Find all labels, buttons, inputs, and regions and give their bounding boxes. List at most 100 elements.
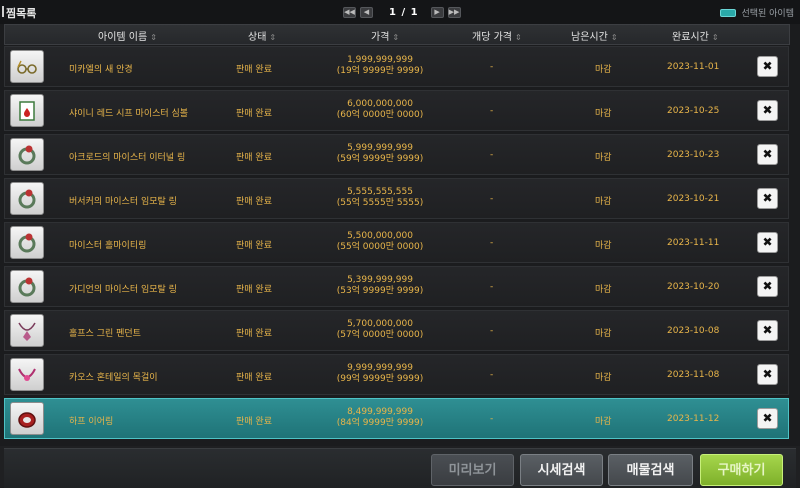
item-name[interactable]: 홀프스 그린 펜던트: [69, 326, 141, 339]
last-page-button[interactable]: ▶▶: [447, 7, 461, 18]
item-completed: 2023-10-25: [667, 106, 720, 116]
ring-icon: [10, 226, 44, 259]
item-remaining: 마감: [595, 329, 612, 339]
item-status: 판매 완료: [236, 109, 272, 119]
price-number: 5,399,999,999: [347, 275, 413, 285]
item-name[interactable]: 하프 이어링: [69, 414, 113, 427]
item-status: 판매 완료: [236, 197, 272, 207]
item-price: 9,999,999,999 (99억 9999만 9999): [325, 363, 435, 385]
delete-button[interactable]: ✖: [757, 408, 778, 429]
item-row[interactable]: 가디언의 마이스터 임모탈 링 판매 완료 5,399,999,999 (53억 99…: [4, 266, 789, 307]
item-unit-price: -: [490, 326, 494, 336]
item-status: 판매 완료: [236, 417, 272, 427]
item-completed: 2023-10-08: [667, 326, 720, 336]
item-status: 판매 완료: [236, 329, 272, 339]
item-price: 5,999,999,999 (59억 9999만 9999): [325, 143, 435, 165]
col-status[interactable]: 상태: [248, 28, 276, 43]
item-row[interactable]: 홀프스 그린 펜던트 판매 완료 5,700,000,000 (57억 0000만 0…: [4, 310, 789, 351]
item-price: 5,500,000,000 (55억 0000만 0000): [325, 231, 435, 253]
col-price[interactable]: 가격: [371, 28, 399, 43]
item-completed: 2023-11-08: [667, 370, 720, 380]
delete-button[interactable]: ✖: [757, 56, 778, 77]
item-row[interactable]: 샤이니 레드 시프 마이스터 심볼 판매 완료 6,000,000,000 (60억 …: [4, 90, 789, 131]
price-search-button[interactable]: 시세검색: [520, 454, 603, 486]
item-name[interactable]: 가디언의 마이스터 임모탈 링: [69, 282, 177, 295]
price-korean: (55억 0000만 0000): [336, 242, 424, 252]
price-korean: (57억 0000만 0000): [336, 330, 424, 340]
item-name[interactable]: 샤이니 레드 시프 마이스터 심볼: [69, 106, 188, 119]
item-unit-price: -: [490, 238, 494, 248]
delete-button[interactable]: ✖: [757, 144, 778, 165]
item-remaining: 마감: [595, 417, 612, 427]
price-number: 5,700,000,000: [347, 319, 413, 329]
item-row[interactable]: 마이스터 홀마이티링 판매 완료 5,500,000,000 (55억 0000만 0…: [4, 222, 789, 263]
item-status: 판매 완료: [236, 241, 272, 251]
delete-button[interactable]: ✖: [757, 320, 778, 341]
item-name[interactable]: 아크로드의 마이스터 이터널 링: [69, 150, 185, 163]
col-item-name[interactable]: 아이템 이름: [98, 28, 157, 43]
price-number: 5,500,000,000: [347, 231, 413, 241]
delete-button[interactable]: ✖: [757, 232, 778, 253]
item-row[interactable]: 하프 이어링 판매 완료 8,499,999,999 (84억 9999만 9999)…: [4, 398, 789, 439]
item-unit-price: -: [490, 194, 494, 204]
item-row[interactable]: 카오스 혼테일의 목걸이 판매 완료 9,999,999,999 (99억 9999만…: [4, 354, 789, 395]
item-remaining: 마감: [595, 241, 612, 251]
item-remaining: 마감: [595, 285, 612, 295]
price-number: 5,555,555,555: [347, 187, 413, 197]
delete-button[interactable]: ✖: [757, 100, 778, 121]
delete-button[interactable]: ✖: [757, 276, 778, 297]
legend-label: 선택된 아이템: [741, 9, 794, 19]
item-unit-price: -: [490, 62, 494, 72]
price-korean: (53억 9999만 9999): [336, 286, 424, 296]
item-completed: 2023-10-20: [667, 282, 720, 292]
first-page-button[interactable]: ◀◀: [343, 7, 356, 18]
price-number: 8,499,999,999: [347, 407, 413, 417]
item-row[interactable]: 미카엘의 새 안경 판매 완료 1,999,999,999 (19억 9999만 99…: [4, 46, 789, 87]
item-completed: 2023-11-01: [667, 62, 720, 72]
prev-page-button[interactable]: ◀: [360, 7, 373, 18]
col-completed[interactable]: 완료시간: [672, 28, 719, 43]
selected-swatch: [720, 8, 737, 17]
buy-button[interactable]: 구매하기: [700, 454, 783, 486]
item-row[interactable]: 아크로드의 마이스터 이터널 링 판매 완료 5,999,999,999 (59억 9…: [4, 134, 789, 175]
item-status: 판매 완료: [236, 373, 272, 383]
price-number: 9,999,999,999: [347, 363, 413, 373]
price-korean: (60억 0000만 0000): [336, 110, 424, 120]
item-remaining: 마감: [595, 197, 612, 207]
price-korean: (84억 9999만 9999): [336, 418, 424, 428]
delete-button[interactable]: ✖: [757, 188, 778, 209]
item-name[interactable]: 버서커의 마이스터 임모탈 링: [69, 194, 177, 207]
delete-button[interactable]: ✖: [757, 364, 778, 385]
earring-icon: [10, 402, 44, 435]
item-unit-price: -: [490, 414, 494, 424]
pagination: ◀◀ ◀ 1 / 1 ▶ ▶▶: [343, 6, 465, 19]
price-korean: (99억 9999만 9999): [336, 374, 424, 384]
preview-button[interactable]: 미리보기: [431, 454, 514, 486]
item-name[interactable]: 마이스터 홀마이티링: [69, 238, 146, 251]
item-unit-price: -: [490, 282, 494, 292]
price-number: 1,999,999,999: [347, 55, 413, 65]
item-name[interactable]: 카오스 혼테일의 목걸이: [69, 370, 158, 383]
page-indicator: 1 / 1: [389, 7, 419, 18]
item-remaining: 마감: [595, 65, 612, 75]
col-remaining[interactable]: 남은시간: [571, 28, 618, 43]
bottom-bar: 미리보기 시세검색 매물검색 구매하기: [0, 446, 800, 488]
price-number: 5,999,999,999: [347, 143, 413, 153]
item-row[interactable]: 버서커의 마이스터 임모탈 링 판매 완료 5,555,555,555 (55억 55…: [4, 178, 789, 219]
item-unit-price: -: [490, 106, 494, 116]
item-completed: 2023-11-12: [667, 414, 720, 424]
item-name[interactable]: 미카엘의 새 안경: [69, 62, 133, 75]
price-korean: (19억 9999만 9999): [336, 66, 424, 76]
item-remaining: 마감: [595, 153, 612, 163]
item-price: 8,499,999,999 (84억 9999만 9999): [325, 407, 435, 429]
col-unit-price[interactable]: 개당 가격: [472, 28, 522, 43]
ring-icon: [10, 182, 44, 215]
item-price: 1,999,999,999 (19억 9999만 9999): [325, 55, 435, 77]
goods-search-button[interactable]: 매물검색: [608, 454, 693, 486]
symbol-card-icon: [10, 94, 44, 127]
item-remaining: 마감: [595, 109, 612, 119]
item-completed: 2023-11-11: [667, 238, 720, 248]
next-page-button[interactable]: ▶: [430, 7, 444, 18]
item-completed: 2023-10-23: [667, 150, 720, 160]
item-price: 5,555,555,555 (55억 5555만 5555): [325, 187, 435, 209]
